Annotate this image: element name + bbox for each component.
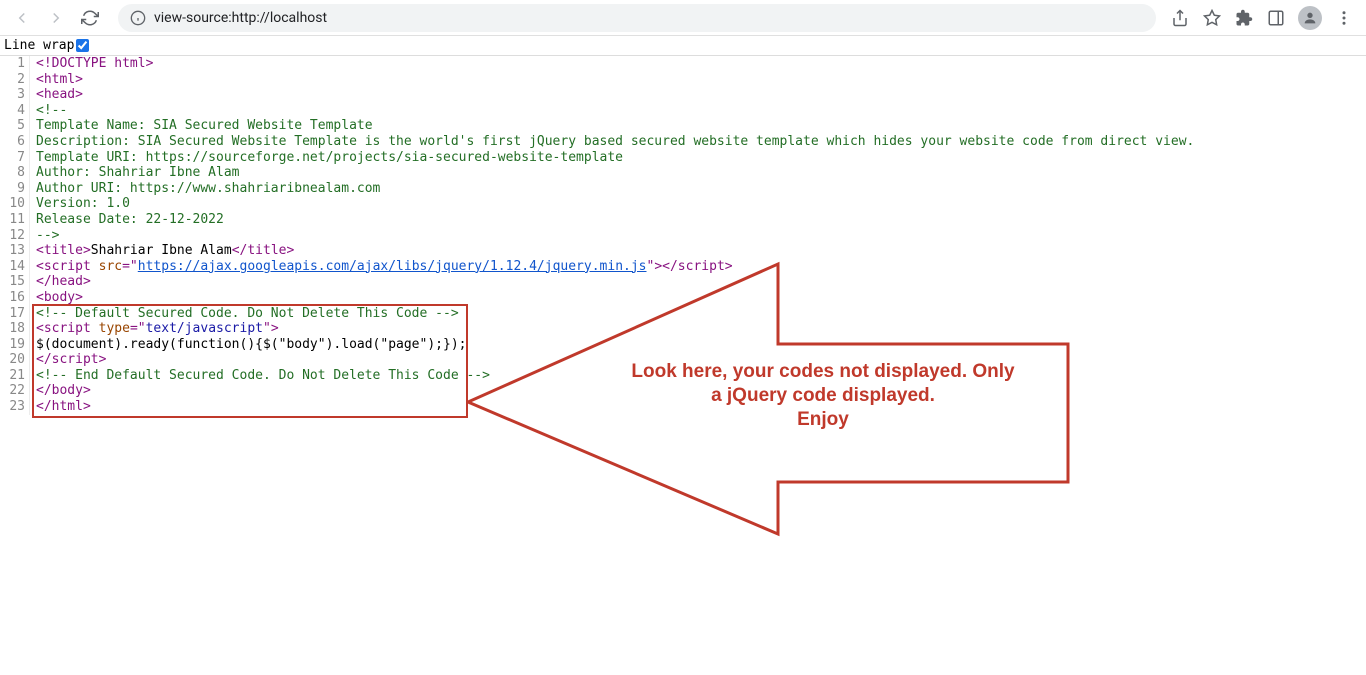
line-number: 5 — [0, 118, 30, 134]
source-row: 6Description: SIA Secured Website Templa… — [0, 134, 1366, 150]
code-line: <title>Shahriar Ibne Alam</title> — [30, 243, 294, 259]
line-number: 22 — [0, 383, 30, 399]
source-row: 7Template URI: https://sourceforge.net/p… — [0, 150, 1366, 166]
source-row: 1<!DOCTYPE html> — [0, 56, 1366, 72]
source-row: 16<body> — [0, 290, 1366, 306]
code-line: </html> — [30, 399, 91, 415]
code-line: Author URI: https://www.shahriaribnealam… — [30, 181, 380, 197]
line-number: 16 — [0, 290, 30, 306]
linewrap-label: Line wrap — [4, 38, 74, 53]
side-panel-icon[interactable] — [1266, 8, 1286, 28]
line-number: 18 — [0, 321, 30, 337]
star-icon[interactable] — [1202, 8, 1222, 28]
line-number: 2 — [0, 72, 30, 88]
callout-line1: Look here, your codes not displayed. Onl… — [578, 360, 1068, 384]
info-icon — [130, 10, 146, 26]
code-line: </script> — [30, 352, 106, 368]
line-number: 1 — [0, 56, 30, 72]
source-row: 8Author: Shahriar Ibne Alam — [0, 165, 1366, 181]
line-number: 9 — [0, 181, 30, 197]
code-line: <html> — [30, 72, 83, 88]
toolbar-right — [1170, 6, 1358, 30]
code-line: </body> — [30, 383, 91, 399]
line-number: 13 — [0, 243, 30, 259]
code-line: $(document).ready(function(){$("body").l… — [30, 337, 466, 353]
source-row: 15</head> — [0, 274, 1366, 290]
source-row: 14<script src="https://ajax.googleapis.c… — [0, 259, 1366, 275]
source-row: 12--> — [0, 228, 1366, 244]
line-number: 19 — [0, 337, 30, 353]
back-button[interactable] — [8, 4, 36, 32]
line-number: 3 — [0, 87, 30, 103]
code-line: <script type="text/javascript"> — [30, 321, 279, 337]
extensions-icon[interactable] — [1234, 8, 1254, 28]
line-number: 11 — [0, 212, 30, 228]
line-number: 6 — [0, 134, 30, 150]
code-line: <!-- End Default Secured Code. Do Not De… — [30, 368, 490, 384]
source-row: 13<title>Shahriar Ibne Alam</title> — [0, 243, 1366, 259]
line-number: 4 — [0, 103, 30, 119]
source-row: 10Version: 1.0 — [0, 196, 1366, 212]
line-number: 7 — [0, 150, 30, 166]
line-number: 10 — [0, 196, 30, 212]
code-line: Description: SIA Secured Website Templat… — [30, 134, 1194, 150]
source-row: 18<script type="text/javascript"> — [0, 321, 1366, 337]
code-line: <!-- Default Secured Code. Do Not Delete… — [30, 306, 459, 322]
menu-icon[interactable] — [1334, 8, 1354, 28]
line-number: 12 — [0, 228, 30, 244]
line-number: 21 — [0, 368, 30, 384]
address-bar[interactable]: view-source:http://localhost — [118, 4, 1156, 32]
line-number: 14 — [0, 259, 30, 275]
line-number: 23 — [0, 399, 30, 415]
code-line: <!-- — [30, 103, 67, 119]
source-row: 4<!-- — [0, 103, 1366, 119]
source-row: 19$(document).ready(function(){$("body")… — [0, 337, 1366, 353]
line-number: 20 — [0, 352, 30, 368]
callout-text: Look here, your codes not displayed. Onl… — [578, 360, 1068, 431]
profile-avatar[interactable] — [1298, 6, 1322, 30]
code-line: Author: Shahriar Ibne Alam — [30, 165, 240, 181]
forward-button[interactable] — [42, 4, 70, 32]
reload-button[interactable] — [76, 4, 104, 32]
code-line: <body> — [30, 290, 83, 306]
code-line: <!DOCTYPE html> — [30, 56, 153, 72]
source-row: 9Author URI: https://www.shahriaribneala… — [0, 181, 1366, 197]
source-row: 3<head> — [0, 87, 1366, 103]
callout-line3: Enjoy — [578, 408, 1068, 432]
source-row: 11Release Date: 22-12-2022 — [0, 212, 1366, 228]
url-text: view-source:http://localhost — [154, 10, 327, 26]
share-icon[interactable] — [1170, 8, 1190, 28]
source-row: 2<html> — [0, 72, 1366, 88]
code-line: Template URI: https://sourceforge.net/pr… — [30, 150, 623, 166]
source-row: 5Template Name: SIA Secured Website Temp… — [0, 118, 1366, 134]
line-number: 17 — [0, 306, 30, 322]
line-number: 8 — [0, 165, 30, 181]
callout-line2: a jQuery code displayed. — [578, 384, 1068, 408]
code-line: </head> — [30, 274, 91, 290]
linewrap-bar: Line wrap — [0, 36, 1366, 56]
source-view: 1<!DOCTYPE html>2<html>3<head>4<!--5Temp… — [0, 56, 1366, 415]
code-line: --> — [30, 228, 59, 244]
line-number: 15 — [0, 274, 30, 290]
browser-toolbar: view-source:http://localhost — [0, 0, 1366, 36]
source-row: 17<!-- Default Secured Code. Do Not Dele… — [0, 306, 1366, 322]
code-line: Release Date: 22-12-2022 — [30, 212, 224, 228]
code-line: <script src="https://ajax.googleapis.com… — [30, 259, 733, 275]
linewrap-checkbox[interactable] — [76, 39, 89, 52]
code-line: Version: 1.0 — [30, 196, 130, 212]
code-line: <head> — [30, 87, 83, 103]
code-line: Template Name: SIA Secured Website Templ… — [30, 118, 373, 134]
